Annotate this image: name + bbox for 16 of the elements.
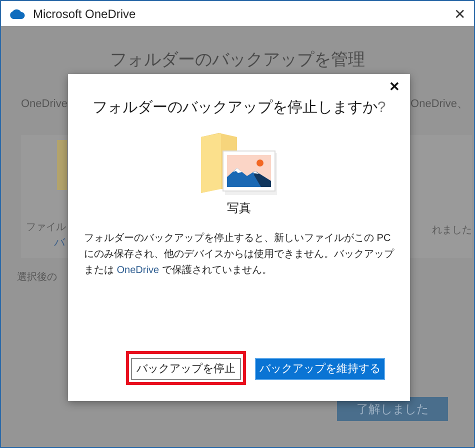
intro-text: OneDrive、: [410, 97, 468, 112]
cloud-icon: [9, 8, 25, 18]
folder-label: 写真: [227, 200, 251, 217]
close-icon[interactable]: ✕: [389, 80, 400, 93]
page-heading: フォルダーのバックアップを管理: [110, 50, 365, 70]
keep-backup-button[interactable]: バックアップを維持する: [255, 358, 385, 380]
close-icon[interactable]: ✕: [454, 6, 466, 20]
dialog-title: フォルダーのバックアップを停止しますか?: [92, 98, 386, 118]
window-title: Microsoft OneDrive: [33, 6, 136, 22]
dialog-message: フォルダーのバックアップを停止すると、新しいファイルがこの PC にのみ保存され、他のデバイスからは使用できません。バックアップまたは OneDrive で保護されていません。: [84, 232, 394, 278]
note-text: 選択後の: [17, 270, 57, 284]
stop-backup-button[interactable]: バックアップを停止: [131, 358, 241, 380]
photo-folder-icon: [199, 133, 279, 195]
card-text: ファイル: [26, 220, 66, 234]
intro-text: OneDrive: [21, 97, 68, 112]
card-text: れました: [432, 224, 472, 238]
